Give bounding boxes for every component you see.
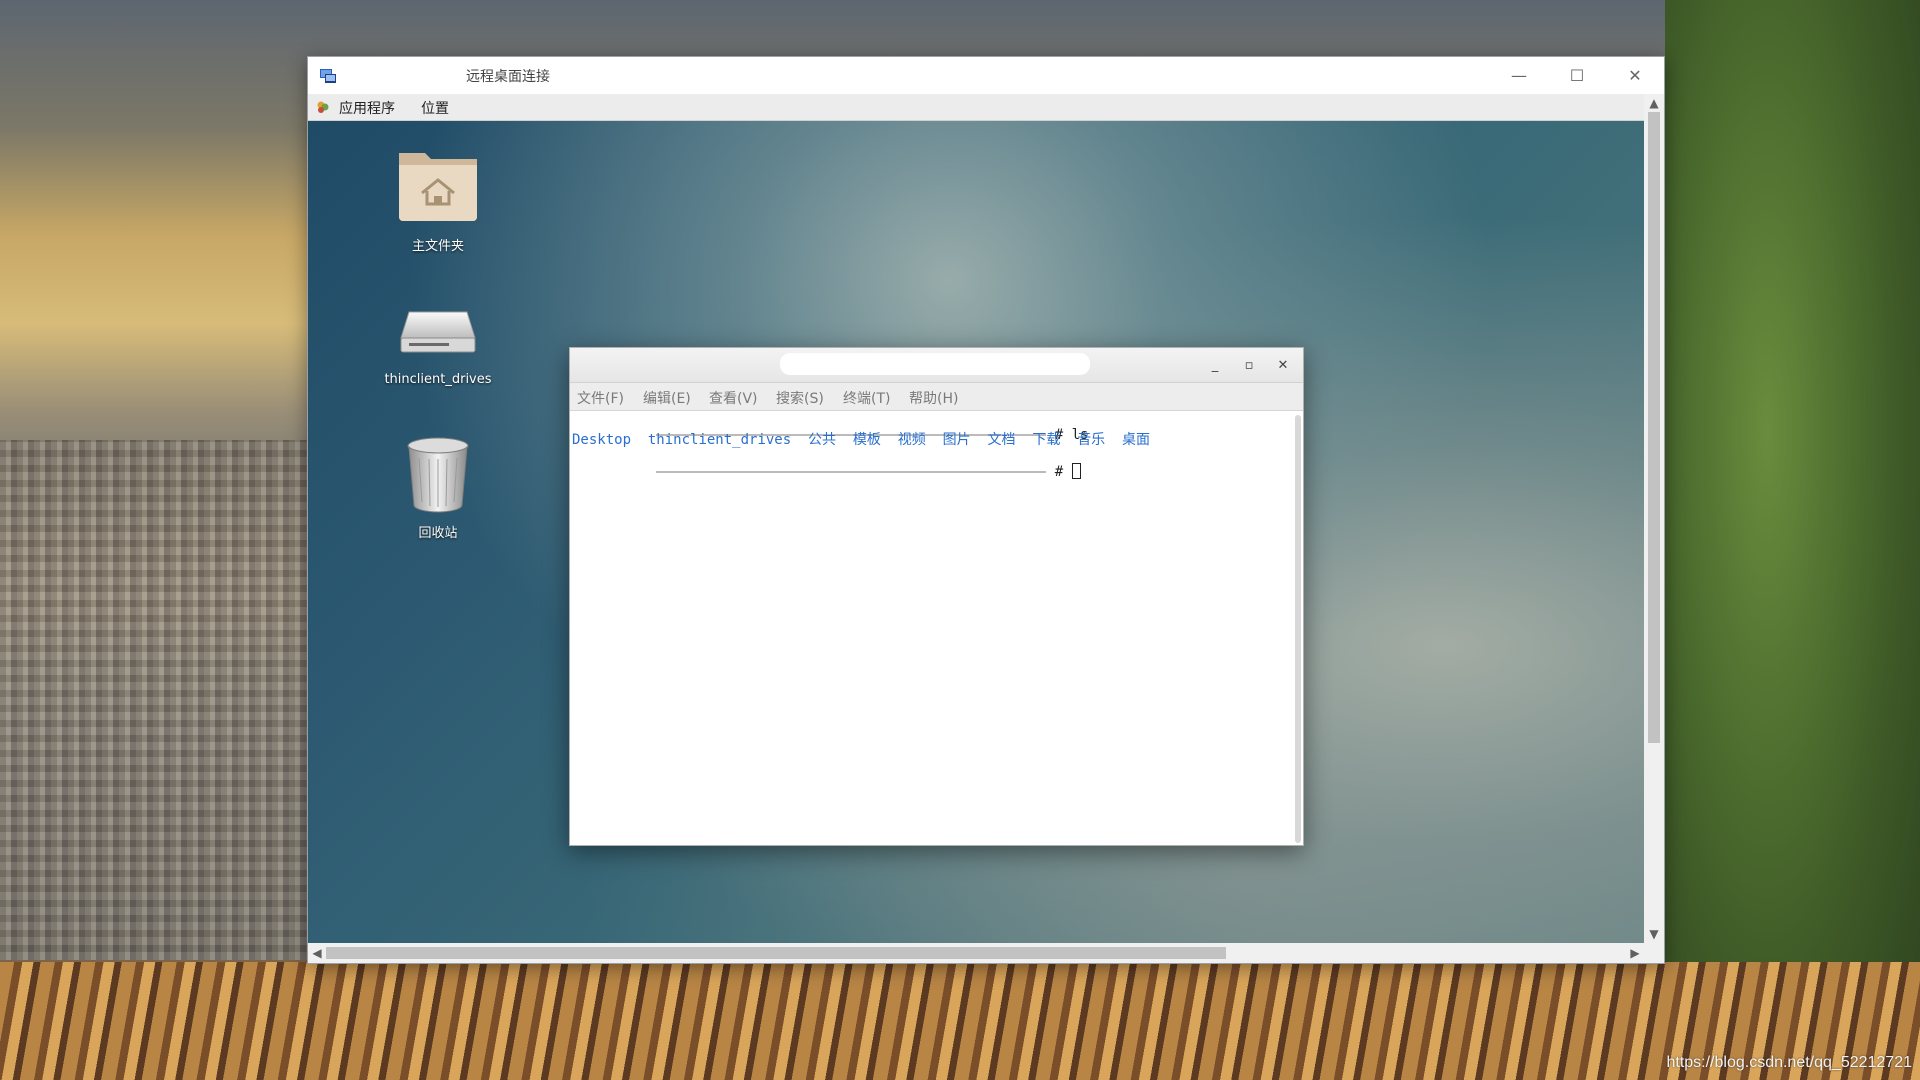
ls-entry: 桌面 bbox=[1122, 432, 1151, 448]
terminal-output[interactable]: # ls Desktop thinclient_drives 公共 模板 视频 … bbox=[570, 411, 1293, 845]
resize-grip-icon[interactable] bbox=[1644, 943, 1664, 963]
remote-desktop-window: 远程桌面连接 — ☐ ✕ 应用程序 位置 主文件夹 thinclient_dri… bbox=[307, 56, 1665, 964]
terminal-menu-search[interactable]: 搜索(S) bbox=[776, 388, 824, 408]
rdp-horizontal-scrollbar[interactable]: ◀ ▶ bbox=[308, 943, 1644, 963]
menu-applications[interactable]: 应用程序 bbox=[339, 98, 395, 118]
terminal-close-button[interactable]: ✕ bbox=[1271, 354, 1295, 376]
rdp-close-button[interactable]: ✕ bbox=[1606, 57, 1664, 94]
terminal-menu-edit[interactable]: 编辑(E) bbox=[643, 388, 691, 408]
ls-entry: 下载 bbox=[1032, 432, 1061, 448]
scroll-up-icon[interactable]: ▲ bbox=[1645, 94, 1663, 112]
terminal-ls-output: Desktop thinclient_drives 公共 模板 视频 图片 文档… bbox=[572, 429, 1150, 449]
host-wallpaper-city bbox=[0, 440, 310, 960]
close-icon: ✕ bbox=[1277, 357, 1289, 373]
terminal-menu-view[interactable]: 查看(V) bbox=[709, 388, 758, 408]
minimize-icon: _ bbox=[1211, 357, 1219, 373]
terminal-minimize-button[interactable]: _ bbox=[1203, 354, 1227, 376]
terminal-maximize-button[interactable]: ▫ bbox=[1237, 354, 1261, 376]
terminal-menu-help[interactable]: 帮助(H) bbox=[909, 388, 958, 408]
terminal-cursor bbox=[1071, 463, 1081, 479]
ls-entry: 公共 bbox=[808, 432, 837, 448]
terminal-scrollbar[interactable] bbox=[1295, 415, 1301, 843]
remote-desktop-app-icon bbox=[320, 69, 336, 83]
desktop-icon-label: thinclient_drives bbox=[384, 372, 492, 387]
redacted-prompt bbox=[656, 471, 1047, 473]
maximize-icon: ☐ bbox=[1569, 66, 1585, 85]
terminal-prompt: # bbox=[1054, 464, 1064, 480]
drive-icon bbox=[400, 311, 476, 353]
rdp-vertical-scroll-thumb[interactable] bbox=[1648, 112, 1660, 743]
ls-entry: 图片 bbox=[942, 432, 971, 448]
close-icon: ✕ bbox=[1628, 66, 1642, 85]
terminal-menu-terminal[interactable]: 终端(T) bbox=[843, 388, 890, 408]
minimize-icon: — bbox=[1511, 66, 1527, 85]
trash-icon bbox=[407, 437, 469, 513]
host-wallpaper-hill bbox=[1665, 0, 1920, 1080]
ls-entry: 音乐 bbox=[1077, 432, 1106, 448]
applications-icon bbox=[317, 101, 329, 113]
terminal-prompt-line: # bbox=[572, 447, 1081, 496]
gnome-top-menubar: 应用程序 位置 bbox=[308, 94, 1644, 121]
desktop-icon-thinclient-drives[interactable]: thinclient_drives bbox=[368, 294, 508, 387]
remote-desktop-surface[interactable]: 应用程序 位置 主文件夹 thinclient_drives 回收站 _ ▫ ✕… bbox=[308, 94, 1644, 943]
terminal-title-redacted bbox=[780, 353, 1090, 375]
rdp-window-title: 远程桌面连接 bbox=[466, 69, 550, 85]
rdp-title-bar[interactable]: 远程桌面连接 — ☐ ✕ bbox=[308, 57, 1664, 94]
maximize-icon: ▫ bbox=[1244, 357, 1254, 373]
terminal-menubar: 文件(F) 编辑(E) 查看(V) 搜索(S) 终端(T) 帮助(H) bbox=[570, 383, 1303, 411]
scroll-down-icon[interactable]: ▼ bbox=[1645, 925, 1663, 943]
ls-entry: Desktop bbox=[572, 432, 632, 448]
scroll-right-icon[interactable]: ▶ bbox=[1626, 944, 1644, 962]
terminal-menu-file[interactable]: 文件(F) bbox=[577, 388, 624, 408]
menu-places[interactable]: 位置 bbox=[421, 98, 449, 118]
host-wallpaper-rocks bbox=[0, 962, 1920, 1080]
rdp-vertical-scrollbar[interactable]: ▲ ▼ bbox=[1644, 94, 1664, 943]
desktop-icon-trash[interactable]: 回收站 bbox=[368, 434, 508, 541]
rdp-horizontal-scroll-thumb[interactable] bbox=[326, 947, 1226, 959]
ls-entry: 模板 bbox=[852, 432, 881, 448]
desktop-icon-label: 回收站 bbox=[418, 526, 458, 541]
home-folder-icon bbox=[399, 153, 477, 221]
terminal-title-bar[interactable]: _ ▫ ✕ bbox=[570, 348, 1303, 383]
scroll-left-icon[interactable]: ◀ bbox=[308, 944, 326, 962]
ls-entry: 视频 bbox=[897, 432, 926, 448]
watermark-text: https://blog.csdn.net/qq_52212721 bbox=[1666, 1054, 1912, 1071]
ls-entry: thinclient_drives bbox=[647, 432, 792, 448]
terminal-window: _ ▫ ✕ 文件(F) 编辑(E) 查看(V) 搜索(S) 终端(T) 帮助(H… bbox=[569, 347, 1304, 846]
ls-entry: 文档 bbox=[987, 432, 1016, 448]
desktop-icon-label: 主文件夹 bbox=[411, 239, 464, 254]
rdp-maximize-button[interactable]: ☐ bbox=[1548, 57, 1606, 94]
rdp-minimize-button[interactable]: — bbox=[1490, 57, 1548, 94]
desktop-icon-home[interactable]: 主文件夹 bbox=[368, 141, 508, 254]
